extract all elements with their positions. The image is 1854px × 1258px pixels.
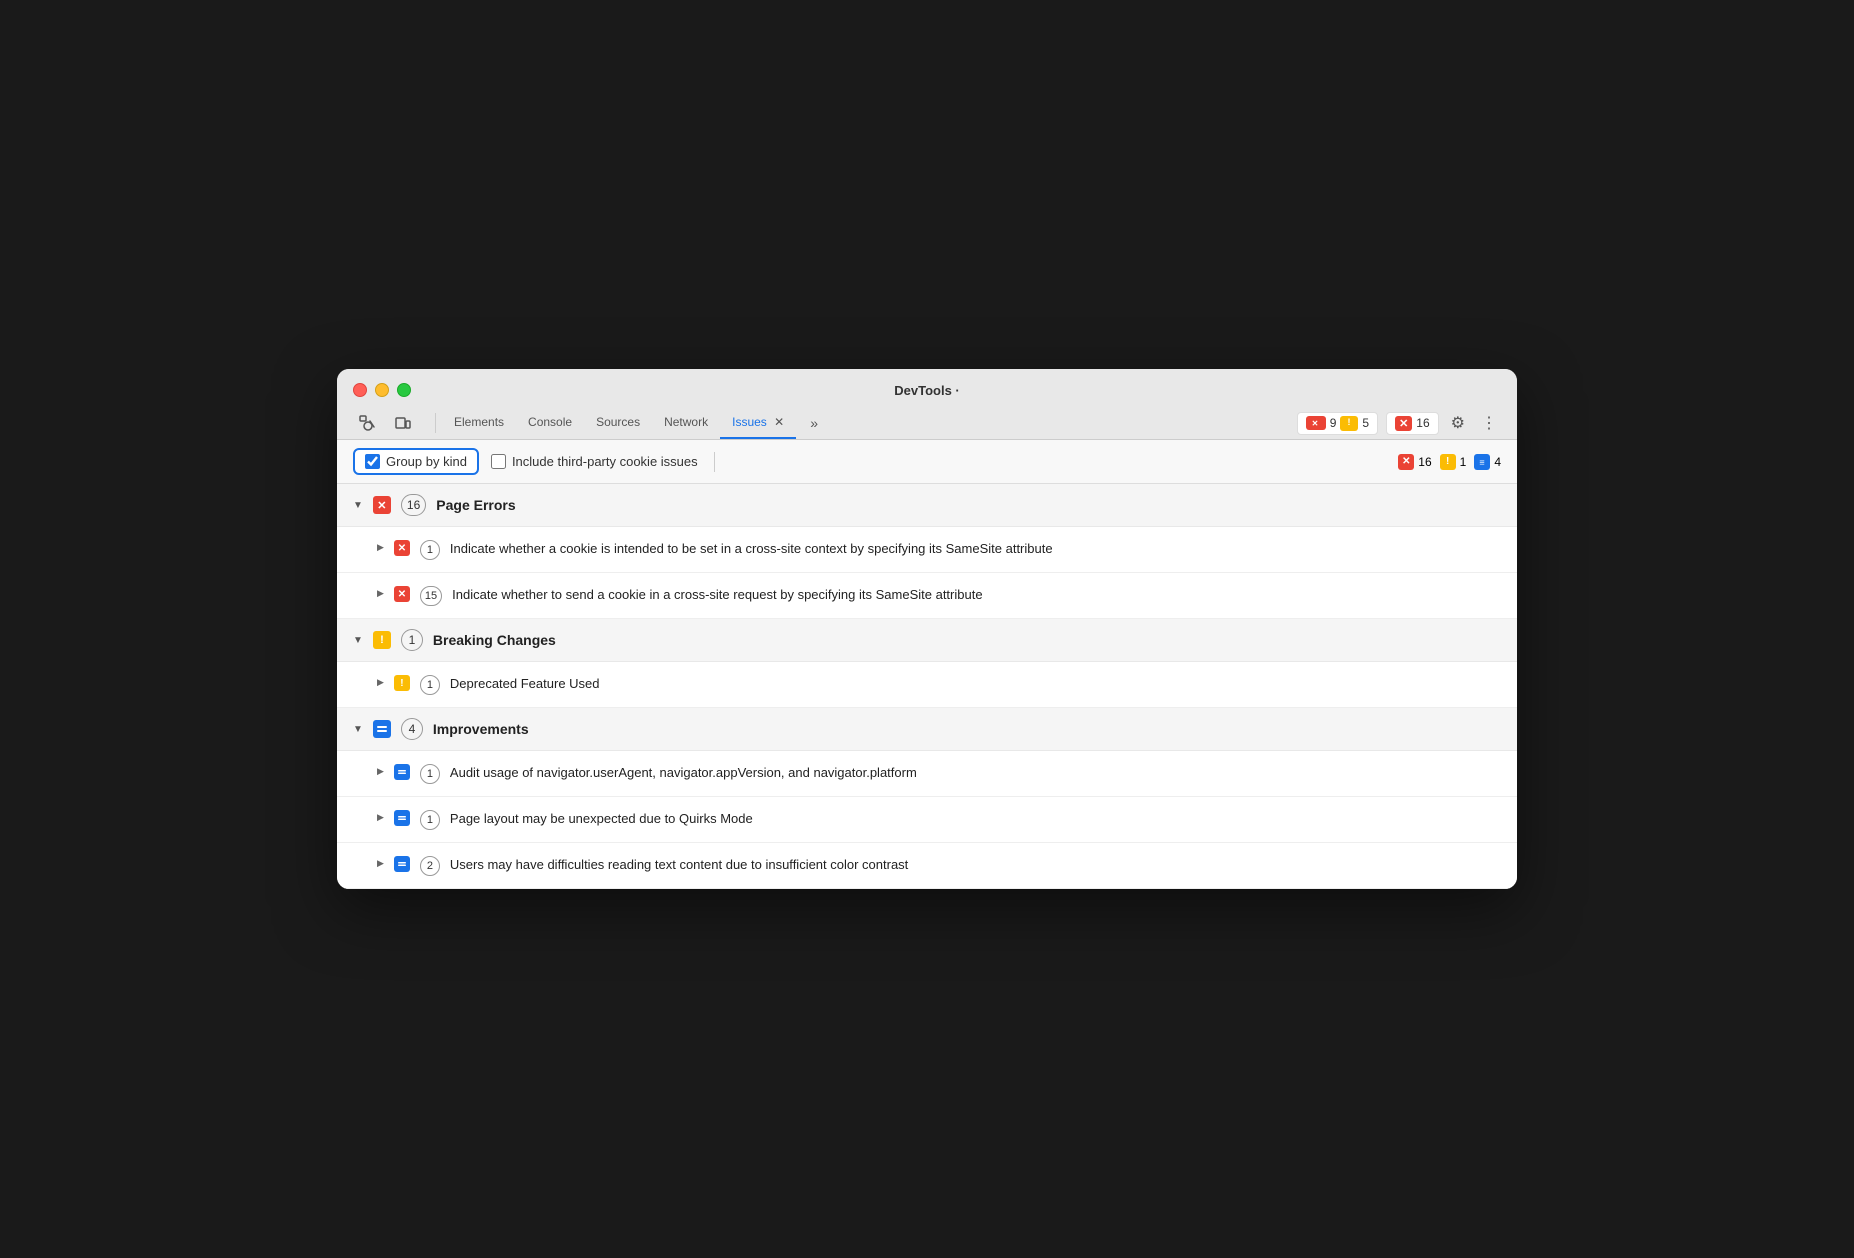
- improvements-type-icon: [373, 720, 391, 738]
- issue-chevron: ▶: [377, 858, 384, 869]
- issue-count: 1: [420, 675, 440, 695]
- error-warn-badge[interactable]: ✕ 9 ! 5: [1297, 412, 1378, 435]
- filter-error-count: 16: [1418, 455, 1431, 469]
- warn-count: 5: [1362, 416, 1369, 430]
- category-page-errors[interactable]: ▼ ✕ 16 Page Errors: [337, 484, 1517, 527]
- page-errors-chevron: ▼: [353, 500, 363, 511]
- tab-issues[interactable]: Issues ✕: [720, 407, 796, 439]
- issue-row[interactable]: ▶ ! 1 Deprecated Feature Used: [337, 662, 1517, 708]
- close-tab-icon[interactable]: ✕: [774, 415, 784, 429]
- close-button[interactable]: [353, 383, 367, 397]
- issue-count: 1: [420, 764, 440, 784]
- improvements-title: Improvements: [433, 721, 529, 737]
- issue-row[interactable]: ▶ 2 Users may have difficulties reading …: [337, 843, 1517, 889]
- breaking-changes-count: 1: [401, 629, 423, 651]
- category-breaking-changes[interactable]: ▼ ! 1 Breaking Changes: [337, 619, 1517, 662]
- issue-row[interactable]: ▶ ✕ 1 Indicate whether a cookie is inten…: [337, 527, 1517, 573]
- breaking-changes-chevron: ▼: [353, 635, 363, 646]
- issue-text: Page layout may be unexpected due to Qui…: [450, 809, 753, 829]
- svg-text:✕: ✕: [1311, 419, 1318, 428]
- traffic-lights: [353, 383, 411, 397]
- filter-error-icon: ✕: [1398, 454, 1414, 470]
- issue-chevron: ▶: [377, 677, 384, 688]
- issue-text: Audit usage of navigator.userAgent, navi…: [450, 763, 917, 783]
- issue-text: Indicate whether a cookie is intended to…: [450, 539, 1053, 559]
- filter-info-icon: ≡: [1474, 454, 1490, 470]
- filter-divider: [714, 452, 715, 472]
- filter-bar: Group by kind Include third-party cookie…: [337, 440, 1517, 484]
- tabs-right-actions: ✕ 9 ! 5 ✕ 16 ⚙ ⋮: [1297, 409, 1501, 437]
- issue-chevron: ▶: [377, 542, 384, 553]
- issue-text: Users may have difficulties reading text…: [450, 855, 908, 875]
- svg-text:≡: ≡: [1480, 457, 1485, 467]
- issue-error-icon: ✕: [394, 540, 410, 556]
- issue-info-icon: [394, 856, 410, 872]
- issue-chevron: ▶: [377, 588, 384, 599]
- issue-row[interactable]: ▶ ✕ 15 Indicate whether to send a cookie…: [337, 573, 1517, 619]
- filter-info-badge[interactable]: ≡ 4: [1474, 454, 1501, 470]
- improvements-count: 4: [401, 718, 423, 740]
- issue-chevron: ▶: [377, 812, 384, 823]
- page-errors-count: 16: [401, 494, 426, 516]
- tab-elements[interactable]: Elements: [442, 407, 516, 439]
- issue-warn-icon: !: [394, 675, 410, 691]
- filter-warn-badge[interactable]: ! 1: [1440, 454, 1467, 470]
- issue-text: Indicate whether to send a cookie in a c…: [452, 585, 982, 605]
- issue-info-icon: [394, 810, 410, 826]
- warn-badge: !: [1340, 416, 1358, 431]
- breaking-changes-title: Breaking Changes: [433, 632, 556, 648]
- devtools-window: DevTools · Element: [337, 369, 1517, 889]
- issue-chevron: ▶: [377, 766, 384, 777]
- page-errors-type-icon: ✕: [373, 496, 391, 514]
- page-errors-title: Page Errors: [436, 497, 515, 513]
- group-by-kind-label: Group by kind: [386, 454, 467, 469]
- settings-icon[interactable]: ⚙: [1447, 409, 1469, 437]
- tab-section-divider: [435, 413, 436, 433]
- tab-network[interactable]: Network: [652, 407, 720, 439]
- tab-icons: [353, 409, 417, 437]
- issue-count: 1: [420, 540, 440, 560]
- window-title: DevTools ·: [894, 383, 960, 398]
- issue-count: 1: [420, 810, 440, 830]
- titlebar: DevTools · Element: [337, 369, 1517, 440]
- group-by-kind-filter[interactable]: Group by kind: [353, 448, 479, 475]
- filter-error-badge[interactable]: ✕ 16: [1398, 454, 1431, 470]
- maximize-button[interactable]: [397, 383, 411, 397]
- improvements-chevron: ▼: [353, 724, 363, 735]
- more-menu-icon[interactable]: ⋮: [1477, 409, 1501, 437]
- category-improvements[interactable]: ▼ 4 Improvements: [337, 708, 1517, 751]
- error-count: 9: [1330, 416, 1337, 430]
- issue-count: 2: [420, 856, 440, 876]
- filter-warn-count: 1: [1460, 455, 1467, 469]
- third-party-label: Include third-party cookie issues: [512, 454, 698, 469]
- issues-list: ▼ ✕ 16 Page Errors ▶ ✕ 1 Indicate whethe…: [337, 484, 1517, 889]
- third-party-filter[interactable]: Include third-party cookie issues: [491, 454, 698, 469]
- filter-badges: ✕ 16 ! 1 ≡ 4: [1398, 454, 1501, 470]
- svg-text:!: !: [1348, 417, 1351, 427]
- titlebar-top: DevTools ·: [353, 383, 1501, 397]
- issue-info-icon: [394, 764, 410, 780]
- tab-console[interactable]: Console: [516, 407, 584, 439]
- combined-badge[interactable]: ✕ 16: [1386, 412, 1439, 435]
- group-by-kind-checkbox[interactable]: [365, 454, 380, 469]
- minimize-button[interactable]: [375, 383, 389, 397]
- third-party-checkbox[interactable]: [491, 454, 506, 469]
- issue-text: Deprecated Feature Used: [450, 674, 600, 694]
- issue-error-icon: ✕: [394, 586, 410, 602]
- more-tabs-icon[interactable]: »: [800, 409, 828, 437]
- inspect-icon[interactable]: [353, 409, 381, 437]
- filter-warn-icon: !: [1440, 454, 1456, 470]
- filter-info-count: 4: [1494, 455, 1501, 469]
- issue-row[interactable]: ▶ 1 Audit usage of navigator.userAgent, …: [337, 751, 1517, 797]
- tab-sources[interactable]: Sources: [584, 407, 652, 439]
- device-toggle-icon[interactable]: [389, 409, 417, 437]
- combined-count: 16: [1416, 416, 1429, 430]
- breaking-changes-type-icon: !: [373, 631, 391, 649]
- combined-error-icon: ✕: [1395, 416, 1412, 431]
- issue-row[interactable]: ▶ 1 Page layout may be unexpected due to…: [337, 797, 1517, 843]
- error-badge: ✕: [1306, 416, 1326, 430]
- issue-count: 15: [420, 586, 442, 606]
- tabs-row: Elements Console Sources Network Issues …: [353, 407, 1501, 439]
